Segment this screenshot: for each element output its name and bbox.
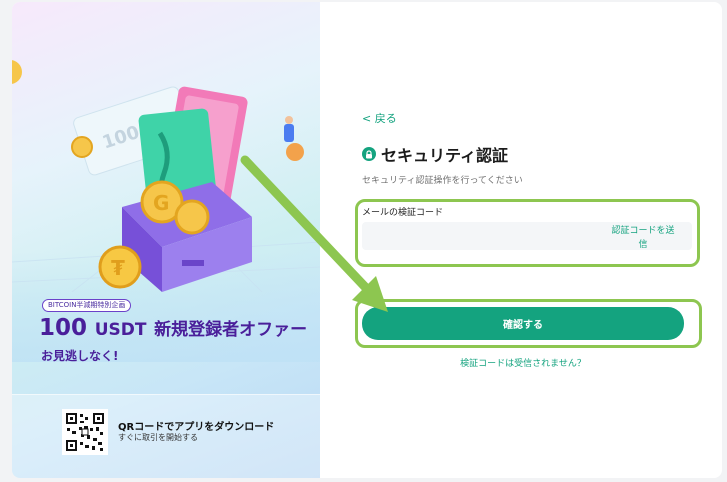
promo-headline-amount: 100	[39, 315, 88, 341]
title-row: セキュリティ認証	[362, 142, 508, 166]
back-link[interactable]: < 戻る	[362, 110, 397, 126]
confirm-button[interactable]: 確認する	[362, 307, 684, 340]
svg-text:₮: ₮	[111, 256, 125, 280]
qr-subtitle: すぐに取引を開始する	[118, 433, 198, 442]
promo-badge: BITCOIN半減期特別企画	[42, 299, 132, 312]
page-frame: 100 G ₮ BITCOIN半減期特別企画 100 USDT 新規登録者オファ…	[12, 2, 722, 478]
page-title: セキュリティ認証	[381, 146, 509, 165]
qr-code	[62, 409, 108, 455]
code-not-received-link[interactable]: 検証コードは受信されません？	[362, 356, 684, 369]
lock-icon	[362, 147, 376, 161]
app-download-card: QRコードでアプリをダウンロード すぐに取引を開始する	[12, 394, 320, 478]
page-description: セキュリティ認証操作を行ってください	[362, 176, 523, 186]
svg-text:G: G	[153, 191, 169, 215]
send-code-button[interactable]: 認証コードを送 信	[604, 224, 682, 252]
promo-subline: お見逃しなく!	[41, 349, 119, 363]
promo-headline-rest: 新規登録者オファー	[154, 320, 308, 340]
promo-headline: 100 USDT 新規登録者オファー	[39, 315, 307, 341]
promo-panel: 100 G ₮ BITCOIN半減期特別企画 100 USDT 新規登録者オファ…	[12, 2, 320, 478]
promo-headline-unit: USDT	[94, 320, 147, 340]
send-code-line1: 認証コードを送	[611, 226, 675, 236]
email-code-label: メールの検証コード	[362, 208, 444, 218]
email-code-input[interactable]	[362, 222, 592, 250]
qr-code-icon	[65, 412, 105, 452]
qr-title: QRコードでアプリをダウンロード	[118, 422, 275, 433]
gift-box-illustration: 100 G ₮	[12, 60, 320, 292]
send-code-line2: 信	[638, 240, 648, 250]
